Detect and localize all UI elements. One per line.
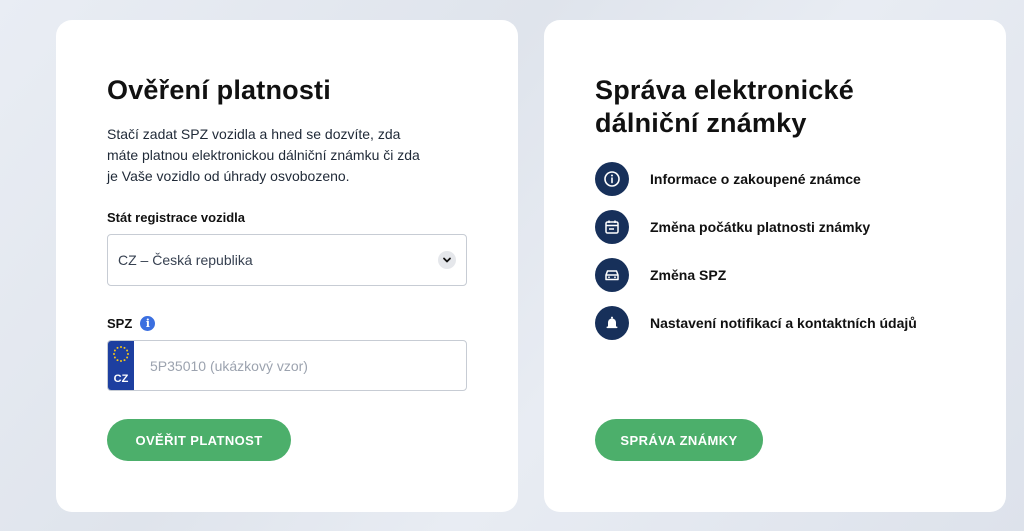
verify-description: Stačí zadat SPZ vozidla a hned se dozvít…: [107, 126, 420, 184]
eu-plate-strip: CZ: [108, 341, 134, 390]
info-icon[interactable]: i: [140, 316, 156, 331]
feature-label: Nastavení notifikací a kontaktních údajů: [650, 315, 917, 331]
state-label: Stát registrace vozidla: [107, 210, 245, 225]
bell-icon: [595, 306, 629, 340]
info-icon: [595, 162, 629, 196]
manage-feature-list: Informace o zakoupené známce Změna počát…: [595, 162, 975, 355]
feature-item-notifications[interactable]: Nastavení notifikací a kontaktních údajů: [595, 306, 975, 340]
plate-country-code: CZ: [113, 373, 129, 385]
state-select[interactable]: CZ – Česká republika: [107, 234, 467, 286]
verify-title: Ověření platnosti: [107, 75, 331, 105]
spz-field[interactable]: CZ: [107, 340, 467, 391]
manage-button[interactable]: SPRÁVA ZNÁMKY: [595, 419, 763, 461]
feature-label: Informace o zakoupené známce: [650, 171, 861, 187]
feature-label: Změna počátku platnosti známky: [650, 219, 871, 235]
feature-item-vignette-info[interactable]: Informace o zakoupené známce: [595, 162, 975, 196]
spz-input[interactable]: [134, 341, 466, 390]
car-icon: [595, 258, 629, 292]
feature-item-change-spz[interactable]: Změna SPZ: [595, 258, 975, 292]
manage-title: Správa elektronické dálniční známky: [595, 75, 854, 138]
verify-button[interactable]: OVĚŘIT PLATNOST: [107, 419, 291, 461]
eu-stars-icon: [113, 346, 129, 362]
feature-label: Změna SPZ: [650, 267, 727, 283]
chevron-down-icon[interactable]: [438, 251, 456, 269]
verify-card: Ověření platnosti Stačí zadat SPZ vozidl…: [56, 20, 518, 512]
manage-card: Správa elektronické dálniční známky Info…: [544, 20, 1006, 512]
feature-item-validity-start[interactable]: Změna počátku platnosti známky: [595, 210, 975, 244]
spz-label: SPZ: [107, 316, 133, 331]
spz-label-row: SPZ i: [107, 316, 156, 331]
state-select-value: CZ – Česká republika: [118, 252, 253, 268]
calendar-icon: [595, 210, 629, 244]
